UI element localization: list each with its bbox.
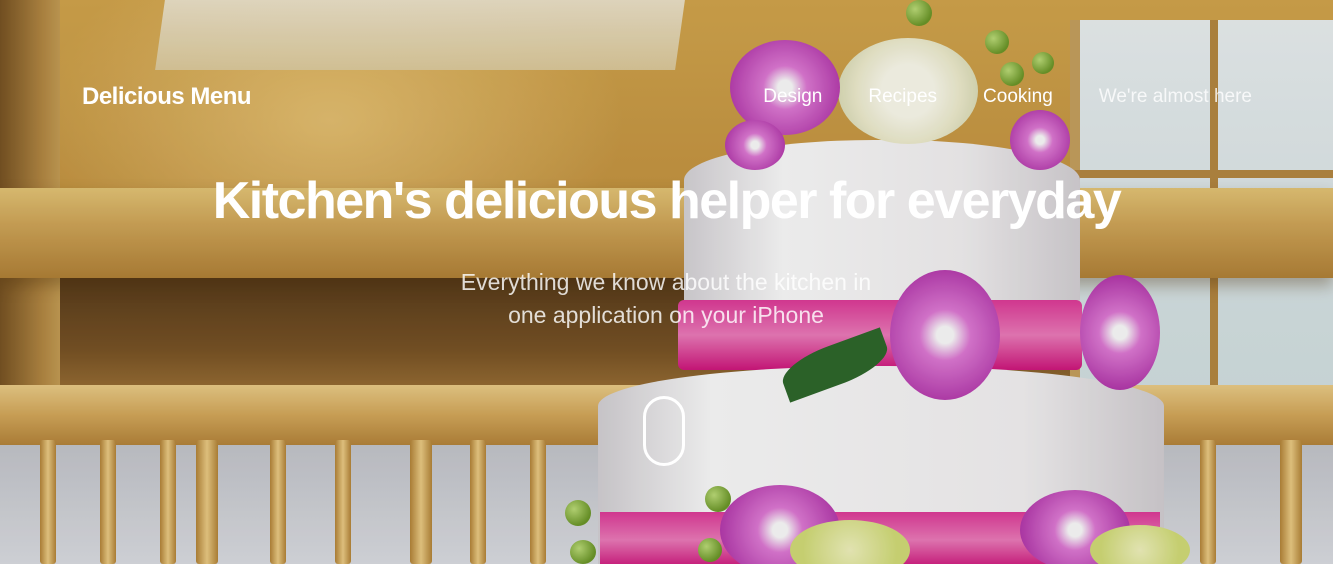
- hero-title: Kitchen's delicious helper for everyday: [212, 172, 1122, 230]
- nav-link-design[interactable]: Design: [763, 86, 822, 107]
- nav-item-almost-here: We're almost here: [1099, 86, 1252, 108]
- nav-menu: Design Recipes Cooking We're almost here: [763, 86, 1252, 108]
- nav-item-design: Design: [763, 86, 822, 108]
- mouse-icon[interactable]: [643, 396, 685, 466]
- hero-subtitle: Everything we know about the kitchen in …: [416, 266, 916, 332]
- navbar: Delicious Menu Design Recipes Cooking We…: [0, 75, 1333, 121]
- nav-item-cooking: Cooking: [983, 86, 1053, 108]
- nav-link-cooking[interactable]: Cooking: [983, 86, 1053, 107]
- nav-link-recipes[interactable]: Recipes: [868, 86, 937, 107]
- nav-item-recipes: Recipes: [868, 86, 937, 108]
- hero-subtitle-line-2: one application on your iPhone: [508, 302, 824, 328]
- brand-logo[interactable]: Delicious Menu: [82, 83, 252, 111]
- nav-link-almost-here[interactable]: We're almost here: [1099, 86, 1252, 107]
- hero-subtitle-line-1: Everything we know about the kitchen in: [460, 269, 872, 295]
